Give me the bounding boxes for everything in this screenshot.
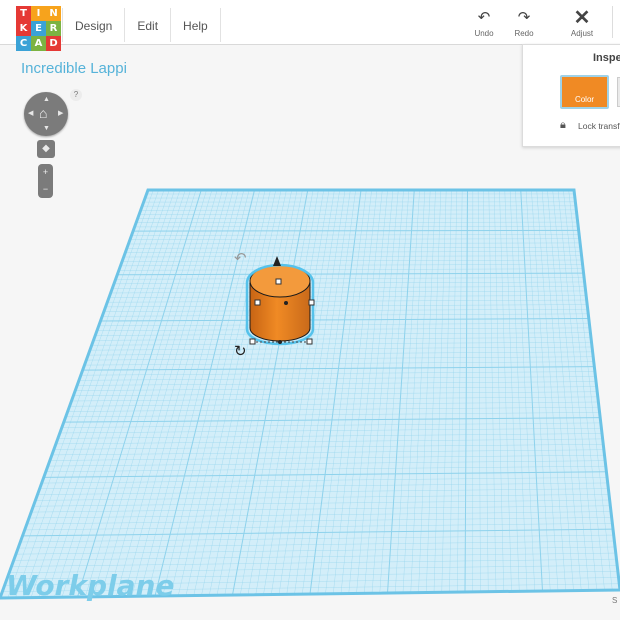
orbit-right-icon[interactable]: ▶ (58, 110, 63, 117)
orbit-down-icon[interactable]: ▼ (43, 125, 50, 132)
workplane-label: Workplane (6, 569, 174, 602)
bottom-center-handle[interactable] (278, 340, 282, 344)
view-cube-icon[interactable]: ◆ (37, 140, 55, 158)
zoom-control: + − (38, 164, 53, 198)
side-handle-right[interactable] (308, 299, 315, 306)
inspector-panel: Inspe Color 🔒︎ Lock transf (522, 44, 620, 147)
snap-grid-label[interactable]: S (612, 596, 617, 605)
zoom-out-button[interactable]: − (38, 181, 53, 198)
color-label: Color (574, 95, 595, 104)
rotate-arrow-icon[interactable]: ↶ (234, 250, 247, 267)
design-title[interactable]: Incredible Lappi (21, 60, 127, 77)
lock-transform-label: Lock transf (578, 121, 620, 131)
color-swatch-button[interactable]: Color (560, 75, 609, 109)
orbit-up-icon[interactable]: ▲ (43, 96, 50, 103)
home-icon[interactable]: ⌂ (39, 106, 47, 120)
height-handle[interactable] (275, 278, 282, 285)
lock-icon[interactable]: 🔒︎ (560, 119, 566, 132)
zoom-in-button[interactable]: + (38, 164, 53, 181)
orbit-control[interactable]: ▲ ▼ ◀ ▶ ⌂ (24, 92, 68, 136)
side-handle-left[interactable] (254, 299, 261, 306)
corner-handle-left[interactable] (249, 338, 256, 345)
help-icon[interactable]: ? (70, 89, 82, 101)
orbit-left-icon[interactable]: ◀ (28, 110, 33, 117)
inspector-title: Inspe (593, 52, 620, 64)
rotate-arrow-icon[interactable]: ↻ (234, 343, 247, 360)
center-handle[interactable] (284, 301, 288, 305)
corner-handle-right[interactable] (306, 338, 313, 345)
